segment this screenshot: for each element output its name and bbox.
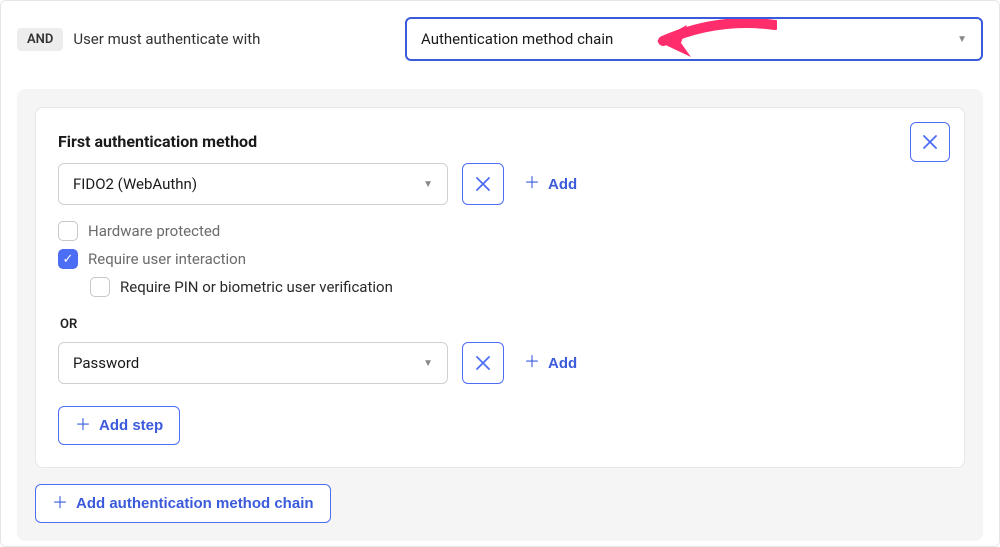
plus-icon: ＋ — [75, 418, 91, 434]
add-method-button[interactable]: ＋ Add — [518, 347, 583, 380]
chain-card: First authentication method FIDO2 (WebAu… — [35, 107, 965, 468]
add-chain-button[interactable]: ＋ Add authentication method chain — [35, 484, 331, 523]
chevron-down-icon: ▼ — [423, 358, 433, 369]
close-icon — [476, 177, 490, 191]
checkbox-unchecked-icon: ✓ — [58, 221, 78, 241]
option-label: Require user interaction — [88, 250, 246, 268]
chevron-down-icon: ▼ — [957, 34, 967, 45]
add-method-button[interactable]: ＋ Add — [518, 168, 583, 201]
auth-type-select[interactable]: Authentication method chain ▼ — [405, 17, 983, 61]
close-icon — [923, 135, 937, 149]
method-select[interactable]: FIDO2 (WebAuthn) ▼ — [58, 163, 448, 205]
chain-heading: First authentication method — [58, 132, 942, 151]
add-step-button[interactable]: ＋ Add step — [58, 406, 180, 445]
chevron-down-icon: ▼ — [423, 179, 433, 190]
option-require-user-interaction[interactable]: ✓ Require user interaction — [58, 245, 942, 273]
plus-icon: ＋ — [52, 496, 68, 512]
add-chain-label: Add authentication method chain — [76, 495, 314, 512]
or-separator: OR — [60, 317, 942, 332]
chain-panel: First authentication method FIDO2 (WebAu… — [17, 89, 983, 541]
method-select[interactable]: Password ▼ — [58, 342, 448, 384]
checkbox-unchecked-icon: ✓ — [90, 277, 110, 297]
and-operator-badge: AND — [17, 28, 63, 51]
add-label: Add — [548, 176, 577, 193]
option-label: Hardware protected — [88, 222, 220, 240]
method-value: Password — [73, 354, 139, 372]
method-value: FIDO2 (WebAuthn) — [73, 175, 197, 193]
add-label: Add — [548, 355, 577, 372]
close-icon — [476, 356, 490, 370]
plus-icon: ＋ — [524, 355, 540, 371]
option-require-pin-biometric[interactable]: ✓ Require PIN or biometric user verifica… — [90, 273, 942, 301]
rule-label: User must authenticate with — [73, 30, 260, 48]
remove-method-button[interactable] — [462, 342, 504, 384]
option-label: Require PIN or biometric user verificati… — [120, 278, 393, 296]
add-step-label: Add step — [99, 417, 163, 434]
option-hardware-protected[interactable]: ✓ Hardware protected — [58, 217, 942, 245]
remove-method-button[interactable] — [462, 163, 504, 205]
checkbox-checked-icon: ✓ — [58, 249, 78, 269]
remove-chain-button[interactable] — [910, 122, 950, 162]
plus-icon: ＋ — [524, 176, 540, 192]
auth-type-value: Authentication method chain — [421, 30, 613, 48]
